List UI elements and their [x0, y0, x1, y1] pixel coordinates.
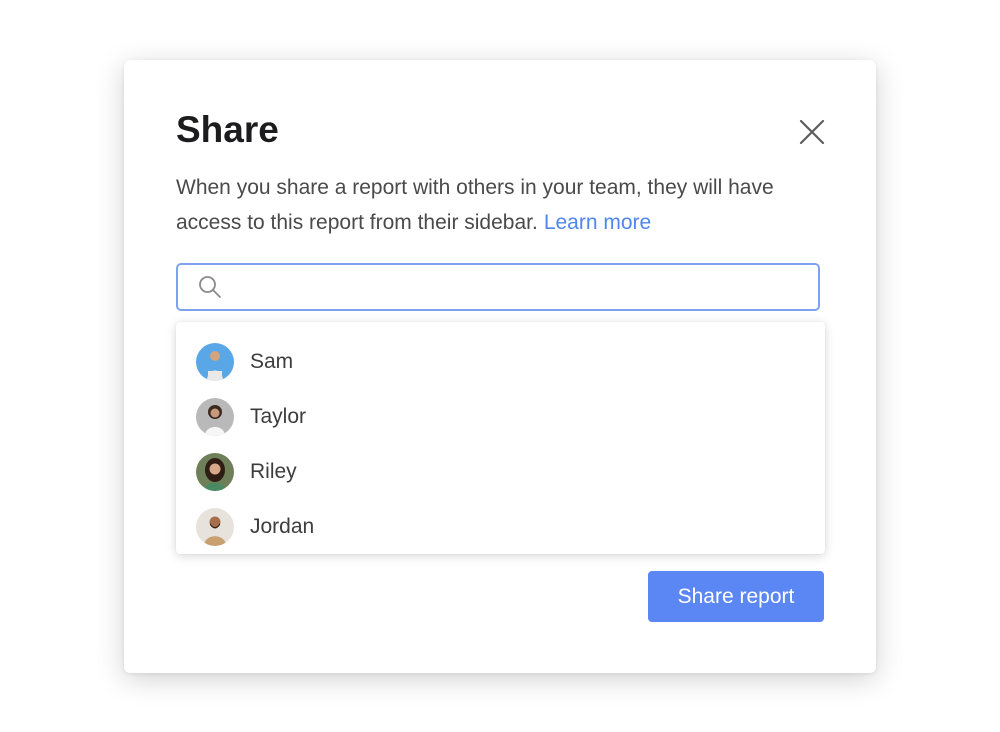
- suggestion-item[interactable]: Sam: [176, 334, 825, 389]
- search-field[interactable]: [176, 263, 820, 311]
- dialog-title: Share: [176, 109, 279, 150]
- suggestions-dropdown: Sam Taylor Riley Jordan: [176, 322, 825, 554]
- avatar: [196, 452, 234, 491]
- suggestion-item[interactable]: Jordan: [176, 499, 825, 554]
- dialog-description: When you share a report with others in y…: [176, 170, 796, 240]
- close-icon: [799, 119, 825, 145]
- avatar: [196, 342, 234, 381]
- search-input[interactable]: [232, 264, 818, 310]
- avatar: [196, 397, 234, 436]
- close-button[interactable]: [794, 114, 830, 150]
- avatar: [196, 507, 234, 546]
- suggestion-name: Sam: [250, 349, 294, 373]
- learn-more-link[interactable]: Learn more: [544, 211, 651, 234]
- description-text: When you share a report with others in y…: [176, 176, 774, 234]
- suggestion-name: Taylor: [250, 404, 307, 428]
- suggestion-name: Jordan: [250, 514, 315, 538]
- share-report-button[interactable]: Share report: [648, 571, 824, 622]
- suggestion-item[interactable]: Taylor: [176, 389, 825, 444]
- share-dialog: Share When you share a report with other…: [124, 60, 876, 673]
- search-icon: [199, 276, 221, 298]
- suggestion-name: Riley: [250, 459, 297, 483]
- suggestion-item[interactable]: Riley: [176, 444, 825, 499]
- page-backdrop: Share When you share a report with other…: [0, 0, 1000, 732]
